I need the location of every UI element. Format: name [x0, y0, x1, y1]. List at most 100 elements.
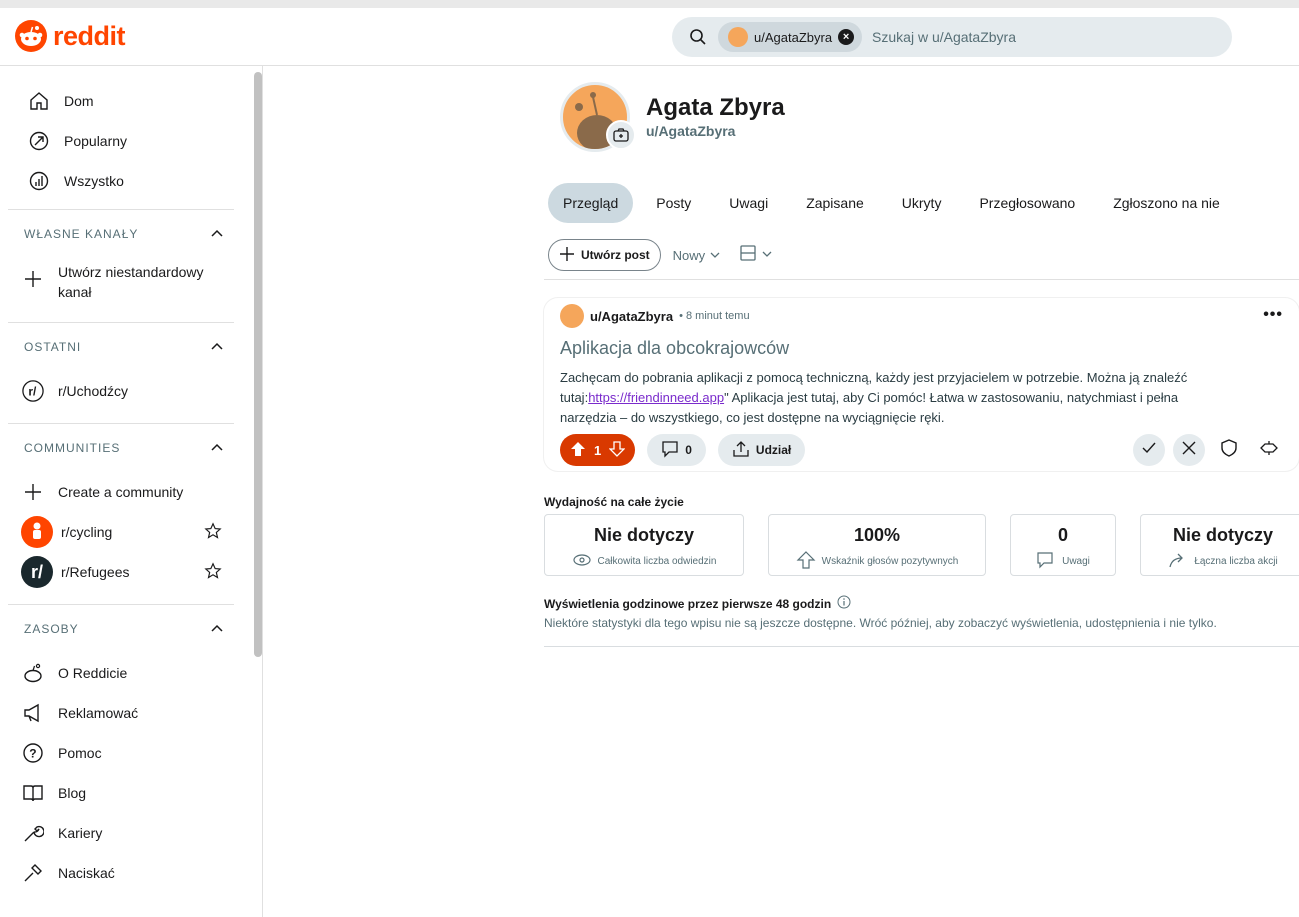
section-header[interactable]: WŁASNE KANAŁY — [8, 210, 234, 258]
search-scope-chip[interactable]: u/AgataZbyra × — [718, 22, 863, 52]
section-header[interactable]: ZASOBY — [8, 605, 234, 653]
upvote-icon — [796, 551, 816, 572]
sidebar-item-about[interactable]: O Reddicie — [8, 653, 234, 693]
camera-icon[interactable] — [606, 120, 636, 150]
sidebar-item-advertise[interactable]: Reklamować — [8, 693, 234, 733]
create-custom-feed-label: Utwórz niestandardowy kanał — [58, 264, 204, 300]
stat-total-shares: Nie dotyczy Łączna liczba akcji — [1140, 514, 1299, 576]
left-sidebar: Dom Popularny Wszystko WŁASNE KANAŁY Utw… — [8, 66, 263, 917]
hourly-views-note: Niektóre statystyki dla tego wpisu nie s… — [544, 616, 1217, 630]
post-header: u/AgataZbyra • 8 minut temu — [560, 304, 750, 328]
view-dropdown[interactable] — [740, 244, 772, 266]
stat-value: 100% — [853, 525, 901, 545]
stat-value: Nie dotyczy — [593, 525, 695, 545]
stat-label-row: Uwagi — [1011, 551, 1115, 572]
community-item-cycling[interactable]: r/cycling — [8, 512, 234, 552]
reddit-alien-icon — [15, 20, 47, 52]
post-link[interactable]: https://friendinneed.app — [588, 390, 724, 405]
downvote-icon[interactable] — [608, 440, 626, 460]
tab-comments[interactable]: Uwagi — [714, 183, 783, 223]
tab-upvoted[interactable]: Przegłosowano — [964, 183, 1090, 223]
post-card[interactable]: u/AgataZbyra • 8 minut temu ••• Aplikacj… — [544, 298, 1299, 471]
section-header[interactable]: COMMUNITIES — [8, 424, 234, 472]
tab-downvoted[interactable]: Zgłoszono na nie — [1098, 183, 1235, 223]
tab-overview[interactable]: Przegląd — [548, 183, 634, 223]
main-content: Agata Zbyra u/AgataZbyra Przegląd Posty … — [264, 66, 1299, 917]
vote-count: 1 — [594, 442, 602, 458]
eye-icon — [572, 551, 592, 572]
community-avatar: r/ — [21, 556, 53, 588]
community-item-refugees[interactable]: r/ r/Refugees — [8, 552, 234, 592]
plus-icon — [559, 246, 575, 265]
plus-icon — [22, 481, 44, 503]
mod-mail-button[interactable] — [1253, 434, 1285, 466]
sidebar-scrollbar[interactable] — [254, 72, 262, 657]
post-author[interactable]: u/AgataZbyra — [590, 309, 673, 324]
search-bar[interactable]: u/AgataZbyra × Szukaj w u/AgataZbyra — [672, 17, 1232, 57]
share-icon — [732, 440, 750, 461]
share-label: Udział — [755, 443, 792, 457]
star-icon[interactable] — [204, 561, 222, 583]
sidebar-item-blog[interactable]: Blog — [8, 773, 234, 813]
info-icon[interactable] — [837, 595, 851, 612]
sidebar-item-label: Blog — [58, 785, 87, 801]
community-label: r/Refugees — [61, 564, 130, 580]
create-custom-feed[interactable]: Utwórz niestandardowy kanał — [8, 258, 234, 310]
chevron-up-icon — [210, 440, 224, 457]
upvote-icon[interactable] — [570, 441, 586, 460]
approve-button[interactable] — [1133, 434, 1165, 466]
checkmark-icon — [1141, 440, 1157, 461]
sidebar-item-all[interactable]: Wszystko — [8, 161, 262, 201]
profile-display-name: Agata Zbyra — [646, 94, 785, 121]
reddit-logo[interactable]: reddit — [15, 20, 126, 52]
sidebar-item-label: Pomoc — [58, 745, 102, 761]
author-avatar[interactable] — [560, 304, 584, 328]
sidebar-item-label: Reklamować — [58, 705, 139, 721]
star-icon[interactable] — [204, 521, 222, 543]
create-post-label: Utwórz post — [581, 248, 650, 262]
mod-shield-button[interactable] — [1213, 434, 1245, 466]
profile-handle: u/AgataZbyra — [646, 123, 736, 139]
sort-label: Nowy — [672, 247, 706, 263]
mod-actions — [1133, 434, 1285, 466]
comment-count: 0 — [685, 443, 692, 457]
comments-button[interactable]: 0 — [647, 434, 706, 466]
all-icon — [28, 170, 50, 192]
sidebar-item-label: O Reddicie — [58, 665, 128, 681]
stat-value: Nie dotyczy — [1172, 525, 1274, 545]
sidebar-item-help[interactable]: ? Pomoc — [8, 733, 234, 773]
sidebar-item-careers[interactable]: Kariery — [8, 813, 234, 853]
community-avatar — [21, 516, 53, 548]
card-view-icon — [740, 244, 756, 266]
create-post-button[interactable]: Utwórz post — [548, 239, 661, 271]
stat-label-row: Wskaźnik głosów pozytywnych — [769, 551, 985, 572]
search-input[interactable]: Szukaj w u/AgataZbyra — [872, 29, 1016, 45]
home-icon — [28, 90, 50, 112]
hourly-views-title: Wyświetlenia godzinowe przez pierwsze 48… — [544, 595, 851, 612]
user-avatar — [728, 27, 748, 47]
recent-item[interactable]: r/ r/Uchodźcy — [8, 371, 234, 411]
stat-label-row: Łączna liczba akcji — [1141, 551, 1299, 572]
tab-posts[interactable]: Posty — [641, 183, 706, 223]
create-community-label: Create a community — [58, 484, 184, 500]
more-options-icon[interactable]: ••• — [1263, 306, 1283, 324]
post-title[interactable]: Aplikacja dla obcokrajowców — [560, 338, 789, 359]
hourly-title: Wyświetlenia godzinowe przez pierwsze 48… — [544, 596, 832, 611]
stat-label: Całkowita liczba odwiedzin — [597, 556, 717, 567]
share-button[interactable]: Udział — [717, 434, 806, 466]
remove-button[interactable] — [1173, 434, 1205, 466]
sidebar-item-popular[interactable]: Popularny — [8, 121, 262, 161]
tab-saved[interactable]: Zapisane — [791, 183, 879, 223]
stat-upvote-ratio: 100% Wskaźnik głosów pozytywnych — [768, 514, 986, 576]
section-header[interactable]: OSTATNI — [8, 323, 234, 371]
sidebar-item-home[interactable]: Dom — [8, 81, 262, 121]
post-time: • 8 minut temu — [679, 310, 750, 322]
sort-dropdown[interactable]: Nowy — [673, 248, 721, 263]
close-icon[interactable]: × — [838, 29, 855, 45]
create-community[interactable]: Create a community — [8, 472, 234, 512]
tab-hidden[interactable]: Ukryty — [887, 183, 957, 223]
reddit-wordmark: reddit — [53, 20, 126, 51]
plus-icon — [22, 268, 44, 290]
sidebar-item-press[interactable]: Naciskać — [8, 853, 234, 893]
resources-section: ZASOBY O Reddicie Reklamować ? Pomoc Blo… — [8, 604, 234, 893]
